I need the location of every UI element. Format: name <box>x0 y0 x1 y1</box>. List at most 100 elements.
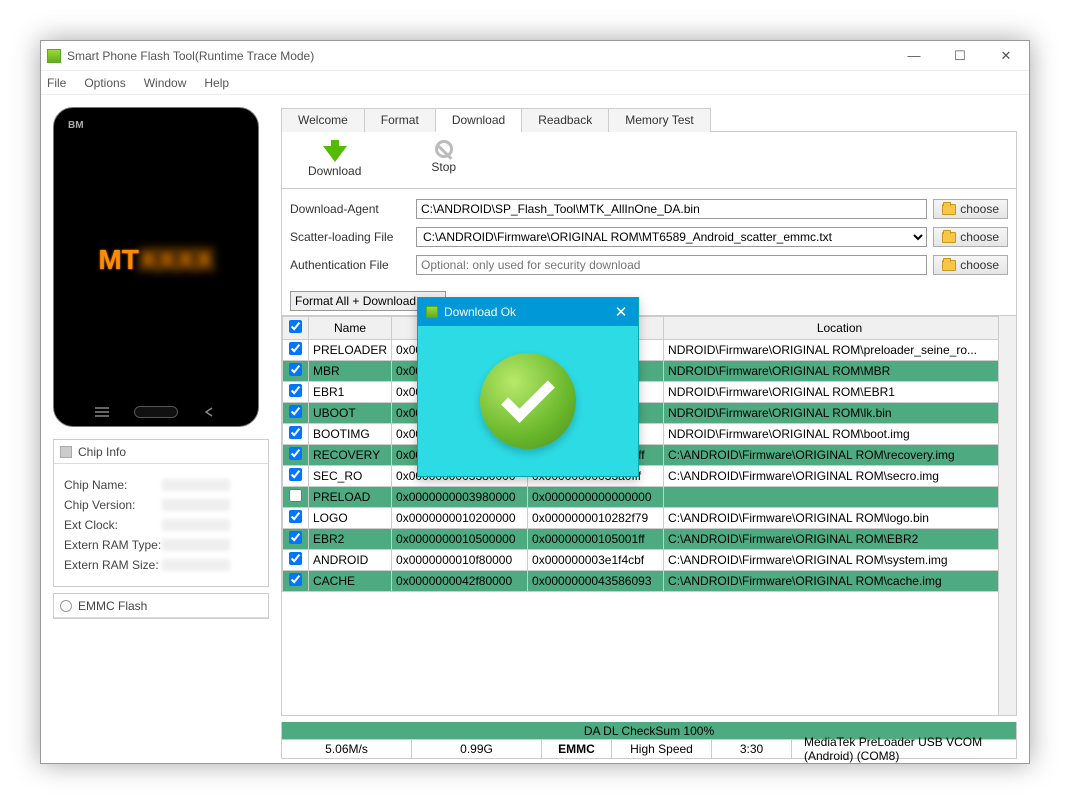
check-all[interactable] <box>289 320 302 333</box>
cell-location: C:\ANDROID\Firmware\ORIGINAL ROM\system.… <box>664 550 1016 571</box>
row-checkbox[interactable] <box>289 489 302 502</box>
tab-readback[interactable]: Readback <box>521 108 609 132</box>
row-checkbox[interactable] <box>289 573 302 586</box>
cell-begin: 0x0000000010500000 <box>392 529 528 550</box>
cell-name: EBR2 <box>309 529 392 550</box>
cell-location: C:\ANDROID\Firmware\ORIGINAL ROM\logo.bi… <box>664 508 1016 529</box>
table-row[interactable]: CACHE0x0000000042f800000x000000004358609… <box>283 571 1016 592</box>
row-checkbox[interactable] <box>289 363 302 376</box>
chip-info-title: Chip Info <box>78 445 126 459</box>
cell-location <box>664 487 1016 508</box>
home-icon <box>134 406 178 418</box>
row-checkbox[interactable] <box>289 405 302 418</box>
row-checkbox[interactable] <box>289 342 302 355</box>
maximize-button[interactable]: ☐ <box>937 41 983 71</box>
status-storage: EMMC <box>542 740 612 758</box>
table-row[interactable]: UBOOT0x000NDROID\Firmware\ORIGINAL ROM\l… <box>283 403 1016 424</box>
table-row[interactable]: MBR0x000NDROID\Firmware\ORIGINAL ROM\MBR <box>283 361 1016 382</box>
ext-clock-label: Ext Clock: <box>64 518 162 532</box>
chip-name-value <box>162 479 230 491</box>
table-row[interactable]: PRELOADER0x000NDROID\Firmware\ORIGINAL R… <box>283 340 1016 361</box>
extern-ram-size-value <box>162 559 230 571</box>
auth-label: Authentication File <box>290 258 410 272</box>
minimize-button[interactable]: — <box>891 41 937 71</box>
row-checkbox[interactable] <box>289 426 302 439</box>
folder-icon <box>942 260 956 271</box>
tab-format[interactable]: Format <box>364 108 436 132</box>
scatter-label: Scatter-loading File <box>290 230 410 244</box>
folder-icon <box>942 204 956 215</box>
auth-input[interactable] <box>416 255 927 275</box>
phone-screen-text: MTXXXX <box>98 244 213 276</box>
cell-location: NDROID\Firmware\ORIGINAL ROM\lk.bin <box>664 403 1016 424</box>
menu-options[interactable]: Options <box>84 76 125 90</box>
emmc-flash-title: EMMC Flash <box>78 599 147 613</box>
scrollbar[interactable] <box>998 316 1016 715</box>
stop-button[interactable]: Stop <box>431 140 456 178</box>
tab-download[interactable]: Download <box>435 108 522 132</box>
table-row[interactable]: EBR20x00000000105000000x00000000105001ff… <box>283 529 1016 550</box>
app-icon <box>426 306 438 318</box>
col-location[interactable]: Location <box>664 317 1016 340</box>
da-input[interactable] <box>416 199 927 219</box>
table-row[interactable]: LOGO0x00000000102000000x0000000010282f79… <box>283 508 1016 529</box>
ext-clock-value <box>162 519 230 531</box>
cell-end: 0x0000000010282f79 <box>528 508 664 529</box>
cell-name: PRELOAD <box>309 487 392 508</box>
table-row[interactable]: ANDROID0x0000000010f800000x000000003e1f4… <box>283 550 1016 571</box>
menu-file[interactable]: File <box>47 76 66 90</box>
dialog-title: Download Ok <box>444 305 516 319</box>
cell-end: 0x000000003e1f4cbf <box>528 550 664 571</box>
auth-choose-button[interactable]: choose <box>933 255 1008 275</box>
extern-ram-type-label: Extern RAM Type: <box>64 538 162 552</box>
chip-icon <box>60 446 72 458</box>
row-checkbox[interactable] <box>289 468 302 481</box>
folder-icon <box>942 232 956 243</box>
emmc-flash-panel: EMMC Flash <box>53 593 269 619</box>
phone-brand-label: BM <box>68 120 84 131</box>
status-elapsed: 3:30 <box>712 740 792 758</box>
status-size: 0.99G <box>412 740 542 758</box>
tab-memory-test[interactable]: Memory Test <box>608 108 710 132</box>
cell-end: 0x00000000105001ff <box>528 529 664 550</box>
row-checkbox[interactable] <box>289 510 302 523</box>
gear-icon <box>60 600 72 612</box>
close-button[interactable]: ✕ <box>983 41 1029 71</box>
status-device: MediaTek PreLoader USB VCOM (Android) (C… <box>792 740 1016 758</box>
row-checkbox[interactable] <box>289 447 302 460</box>
row-checkbox[interactable] <box>289 552 302 565</box>
menu-help[interactable]: Help <box>204 76 229 90</box>
table-row[interactable]: BOOTIMG0x000NDROID\Firmware\ORIGINAL ROM… <box>283 424 1016 445</box>
menu-icon <box>94 407 110 417</box>
row-checkbox[interactable] <box>289 384 302 397</box>
table-row[interactable]: EBR10x000NDROID\Firmware\ORIGINAL ROM\EB… <box>283 382 1016 403</box>
cell-name: PRELOADER <box>309 340 392 361</box>
extern-ram-size-label: Extern RAM Size: <box>64 558 162 572</box>
menu-window[interactable]: Window <box>144 76 187 90</box>
app-window: Smart Phone Flash Tool(Runtime Trace Mod… <box>40 40 1030 764</box>
table-row[interactable]: PRELOAD0x00000000039800000x0000000000000… <box>283 487 1016 508</box>
col-name[interactable]: Name <box>309 317 392 340</box>
scatter-choose-button[interactable]: choose <box>933 227 1008 247</box>
download-icon <box>323 140 347 162</box>
scatter-input[interactable]: C:\ANDROID\Firmware\ORIGINAL ROM\MT6589_… <box>416 227 927 247</box>
table-row[interactable]: RECOVERY0x0000000002d800000x000000000324… <box>283 445 1016 466</box>
stop-icon <box>435 140 453 158</box>
cell-begin: 0x0000000010200000 <box>392 508 528 529</box>
dialog-close-button[interactable]: ✕ <box>612 303 630 321</box>
da-label: Download-Agent <box>290 202 410 216</box>
chip-info-panel: Chip Info Chip Name: Chip Version: Ext C… <box>53 439 269 587</box>
partition-table: Name Be Location PRELOADER0x000NDROID\Fi… <box>281 316 1017 716</box>
da-choose-button[interactable]: choose <box>933 199 1008 219</box>
tab-welcome[interactable]: Welcome <box>281 108 365 132</box>
cell-location: NDROID\Firmware\ORIGINAL ROM\EBR1 <box>664 382 1016 403</box>
app-icon <box>47 49 61 63</box>
cell-name: RECOVERY <box>309 445 392 466</box>
back-icon <box>202 407 218 417</box>
row-checkbox[interactable] <box>289 531 302 544</box>
cell-location: C:\ANDROID\Firmware\ORIGINAL ROM\EBR2 <box>664 529 1016 550</box>
table-row[interactable]: SEC_RO0x00000000033800000x00000000033a0f… <box>283 466 1016 487</box>
phone-preview: BM MTXXXX <box>53 107 259 427</box>
download-button[interactable]: Download <box>308 140 361 178</box>
status-speed: 5.06M/s <box>282 740 412 758</box>
